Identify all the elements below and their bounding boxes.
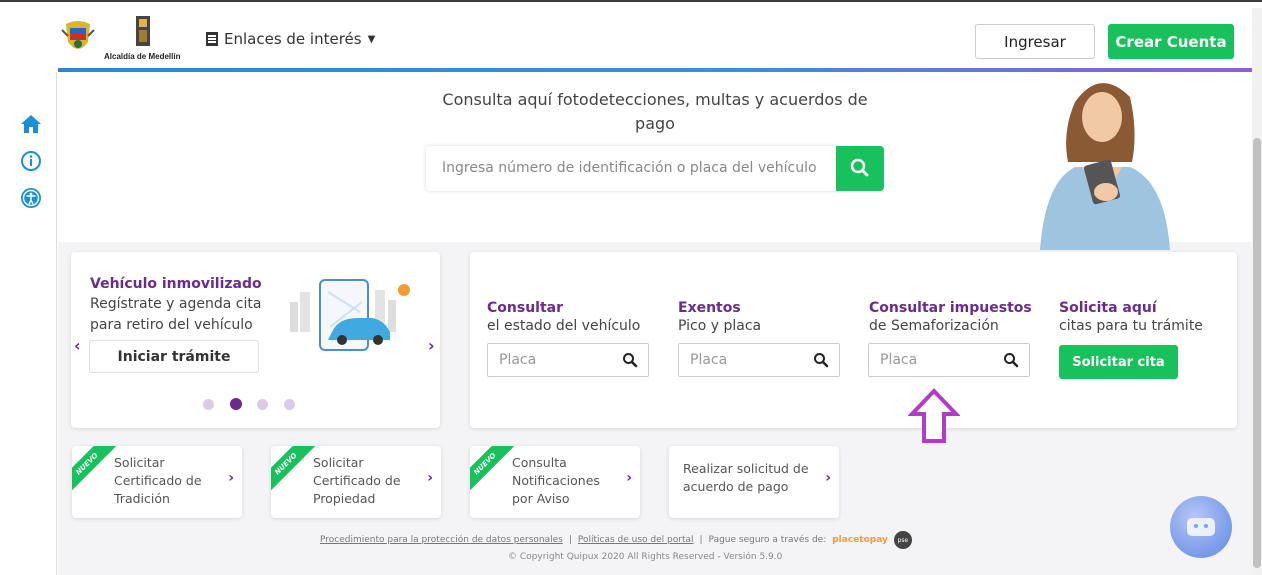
quick-link-card[interactable]: NUEVO Solicitar Certificado de Tradición…	[72, 446, 242, 518]
chatbot-button[interactable]	[1170, 496, 1232, 558]
footer-separator: |	[699, 535, 703, 545]
service-title: Consultar	[487, 300, 564, 316]
enlaces-de-interes-dropdown[interactable]: Enlaces de interés ▼	[206, 30, 375, 48]
service-subtitle: de Semaforización	[869, 318, 999, 334]
ingresar-button[interactable]: Ingresar	[975, 24, 1095, 59]
iniciar-tramite-button[interactable]: Iniciar trámite	[89, 340, 259, 373]
placa-input[interactable]: Placa	[487, 343, 649, 377]
placa-placeholder: Placa	[690, 352, 728, 368]
service-subtitle: citas para tu trámite	[1059, 318, 1203, 334]
quick-link-card[interactable]: NUEVO Solicitar Certificado de Propiedad…	[271, 446, 441, 518]
nuevo-badge: NUEVO	[271, 446, 317, 495]
service-subtitle: Pico y placa	[678, 318, 762, 334]
pse-logo: pse	[893, 531, 912, 549]
alcaldia-logo-text: Alcaldía de Medellín	[104, 52, 181, 61]
scrollbar[interactable]	[1252, 8, 1262, 575]
chevron-right-icon: ›	[228, 470, 234, 486]
search-icon[interactable]	[813, 352, 829, 368]
info-icon[interactable]	[20, 150, 42, 172]
home-icon[interactable]	[20, 113, 42, 135]
carousel-next-icon[interactable]: ›	[428, 336, 435, 355]
sidebar	[0, 72, 57, 575]
colombia-coat-of-arms-logo	[61, 21, 95, 49]
nuevo-badge: NUEVO	[72, 446, 118, 495]
quick-link-card[interactable]: Realizar solicitud de acuerdo de pago ›	[669, 446, 839, 518]
quick-link-text: Solicitar Certificado de Propiedad	[313, 455, 401, 506]
solicitar-cita-button[interactable]: Solicitar cita	[1059, 345, 1178, 379]
placa-placeholder: Placa	[499, 352, 537, 368]
hero-title: Consulta aquí fotodetecciones, multas y …	[442, 90, 868, 133]
quick-link-card[interactable]: NUEVO Consulta Notificaciones por Aviso …	[470, 446, 640, 518]
placa-placeholder: Placa	[880, 352, 918, 368]
caret-down-icon: ▼	[367, 33, 376, 45]
service-subtitle: el estado del vehículo	[487, 318, 641, 334]
building-icon	[206, 32, 218, 46]
scrollbar-thumb[interactable]	[1253, 138, 1261, 568]
carousel-dot-active[interactable]	[230, 398, 242, 410]
robot-icon	[1187, 518, 1215, 536]
chevron-right-icon: ›	[427, 470, 433, 486]
search-input[interactable]: Ingresa número de identificación o placa…	[426, 146, 836, 191]
nuevo-badge: NUEVO	[470, 446, 516, 495]
pay-text: Pague seguro a través de:	[708, 535, 827, 545]
search-icon[interactable]	[1003, 352, 1019, 368]
placa-input[interactable]: Placa	[678, 343, 840, 377]
politicas-link[interactable]: Políticas de uso del portal	[578, 535, 694, 545]
service-title: Exentos	[678, 300, 741, 316]
carousel-dot[interactable]	[257, 399, 268, 410]
crear-cuenta-button[interactable]: Crear Cuenta	[1108, 24, 1234, 59]
carousel-title: Vehículo inmovilizado	[90, 276, 262, 292]
woman-with-phone-image	[1040, 83, 1170, 250]
alcaldia-logo: Alcaldía de Medellín	[104, 14, 184, 64]
search-icon[interactable]	[622, 352, 638, 368]
car-illustration-image	[290, 279, 410, 351]
carousel-prev-icon[interactable]: ‹	[74, 336, 81, 355]
up-arrow-annotation-icon	[908, 388, 960, 443]
chevron-right-icon: ›	[825, 470, 831, 486]
footer-links: Procedimiento para la protección de dato…	[320, 531, 912, 549]
window-top-edge	[0, 0, 1262, 8]
quick-link-text: Consulta Notificaciones por Aviso	[512, 455, 600, 506]
enlaces-label: Enlaces de interés	[224, 30, 362, 48]
placetopay-logo: placetopay	[832, 535, 888, 545]
accessibility-icon[interactable]	[20, 187, 42, 209]
quick-link-text: Solicitar Certificado de Tradición	[114, 455, 202, 506]
services-card	[470, 252, 1237, 428]
service-title: Solicita aquí	[1059, 300, 1157, 316]
placa-input[interactable]: Placa	[868, 343, 1030, 377]
carousel-text: Regístrate y agenda cita para retiro del…	[90, 296, 262, 333]
datos-personales-link[interactable]: Procedimiento para la protección de dato…	[320, 535, 563, 545]
chevron-right-icon: ›	[626, 470, 632, 486]
carousel-dot[interactable]	[203, 399, 214, 410]
footer-separator: |	[568, 535, 572, 545]
search-button[interactable]	[836, 146, 884, 191]
copyright-text: © Copyright Quipux 2020 All Rights Reser…	[508, 552, 783, 562]
carousel-dot[interactable]	[284, 399, 295, 410]
service-title: Consultar impuestos	[869, 300, 1032, 316]
quick-link-text: Realizar solicitud de acuerdo de pago	[683, 461, 809, 494]
